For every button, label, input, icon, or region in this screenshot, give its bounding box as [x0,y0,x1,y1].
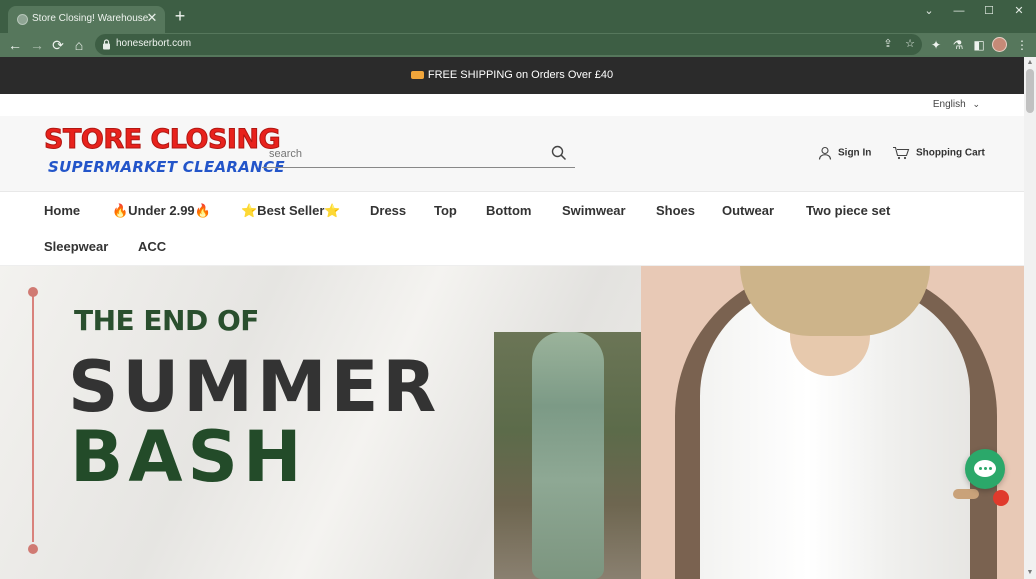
nav-item-outwear[interactable]: Outwear [722,203,774,218]
main-navigation: Home 🔥Under 2.99🔥 ⭐Best Seller⭐ Dress To… [0,192,1024,266]
menu-kebab-icon[interactable]: ⋮ [1014,36,1030,54]
cart-label: Shopping Cart [916,147,985,159]
top-utility-bar: English ⌄ [0,94,1024,116]
nav-item-best-seller[interactable]: ⭐Best Seller⭐ [241,203,341,219]
minimize-button[interactable]: — [944,4,974,18]
nav-item-home[interactable]: Home [44,203,80,218]
scrollbar-thumb[interactable] [1026,69,1034,113]
location-pin-icon[interactable] [993,490,1009,506]
forward-icon[interactable]: → [28,36,46,54]
new-tab-button[interactable]: + [171,7,189,25]
nav-item-sleepwear[interactable]: Sleepwear [44,239,108,254]
shopping-cart-link[interactable]: Shopping Cart [892,146,985,160]
close-window-button[interactable]: ✕ [1004,4,1034,18]
cart-icon [893,146,910,160]
language-selector[interactable]: English ⌄ [933,99,980,110]
model-figure [532,332,604,579]
scroll-down-icon[interactable]: ▼ [1026,569,1034,577]
browser-window: Store Closing! Warehouse Clear ✕ + ⌄ — ☐… [0,0,1036,579]
home-icon[interactable]: ⌂ [70,36,88,54]
site-favicon-icon [17,14,28,25]
timeline-dot-bottom [28,544,38,554]
tab-search-icon[interactable]: ⌄ [914,4,944,18]
search-box [262,142,575,168]
sign-in-label: Sign In [838,147,872,159]
nav-item-under-2-99[interactable]: 🔥Under 2.99🔥 [112,203,211,219]
extensions-icon[interactable]: ✦ [928,36,944,54]
address-bar[interactable]: honeserbort.com ⇪ ☆ [95,34,922,55]
nav-item-acc[interactable]: ACC [138,239,166,254]
sign-in-link[interactable]: Sign In [818,146,871,160]
hero-banner[interactable]: THE END OF SUMMER BASH [0,266,1024,579]
page-scrollbar[interactable]: ▲ ▼ [1024,57,1036,579]
back-icon[interactable]: ← [6,36,24,54]
lock-icon [103,39,110,50]
tab-strip: Store Closing! Warehouse Clear ✕ + ⌄ — ☐… [0,0,1036,33]
reload-icon[interactable]: ⟳ [49,36,67,54]
labs-icon[interactable]: ⚗ [950,36,966,54]
tab-title: Store Closing! Warehouse Clear [32,13,148,24]
browser-toolbar: ← → ⟳ ⌂ honeserbort.com ⇪ ☆ ✦ ⚗ ◧ ⋮ [0,33,1036,57]
search-icon[interactable] [551,145,567,161]
nav-item-two-piece-set[interactable]: Two piece set [806,203,890,218]
search-input[interactable] [262,144,542,164]
chat-bubble-icon [974,460,996,477]
chevron-down-icon: ⌄ [972,99,980,109]
share-icon[interactable]: ⇪ [881,37,895,51]
store-logo[interactable]: STORE CLOSING SUPERMARKET CLEARANCE [43,124,284,180]
announcement-text: FREE SHIPPING on Orders Over £40 [427,69,614,81]
hero-line-1: THE END OF [74,304,259,337]
floating-badge[interactable] [953,489,979,499]
nav-item-dress[interactable]: Dress [370,203,406,218]
scroll-up-icon[interactable]: ▲ [1026,59,1034,67]
nav-item-bottom[interactable]: Bottom [486,203,532,218]
model-photo-green-set [494,332,642,579]
maximize-button[interactable]: ☐ [974,4,1004,18]
hero-line-3: BASH [70,416,307,498]
announcement-bar: FREE SHIPPING on Orders Over £40 [0,57,1024,94]
side-panel-icon[interactable]: ◧ [971,36,987,54]
nav-item-swimwear[interactable]: Swimwear [562,203,626,218]
language-label: English [932,99,966,110]
timeline-line [32,292,34,542]
bookmark-star-icon[interactable]: ☆ [903,37,917,51]
site-header: STORE CLOSING SUPERMARKET CLEARANCE Sign… [0,116,1024,192]
nav-item-top[interactable]: Top [434,203,457,218]
nav-item-shoes[interactable]: Shoes [656,203,695,218]
user-icon [818,146,832,160]
timeline-dot-top [28,287,38,297]
logo-line-1: STORE CLOSING [43,124,281,156]
profile-avatar[interactable] [992,37,1007,52]
web-page: FREE SHIPPING on Orders Over £40 English… [0,57,1024,579]
logo-line-2: SUPERMARKET CLEARANCE [48,158,285,176]
truck-icon [410,71,424,79]
url-text: honeserbort.com [116,38,192,49]
browser-tab[interactable]: Store Closing! Warehouse Clear ✕ [8,6,165,33]
chat-button[interactable] [965,449,1005,489]
close-tab-icon[interactable]: ✕ [145,11,159,25]
